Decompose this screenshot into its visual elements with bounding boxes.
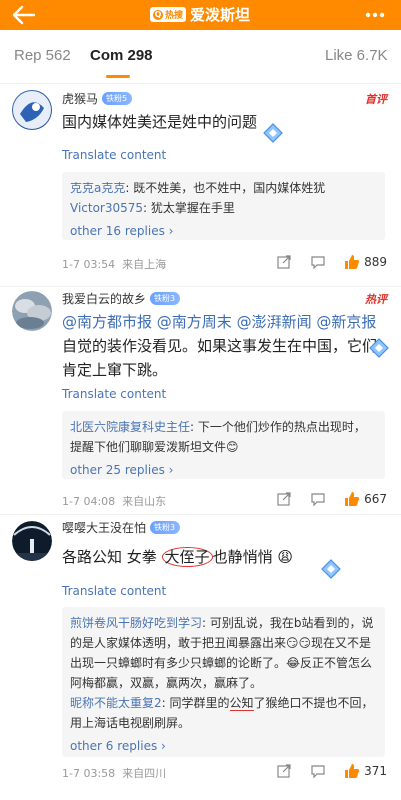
comment-icon[interactable]	[310, 491, 326, 507]
comment-actions: 889	[276, 254, 387, 270]
comment-item: 虎猴马 铁粉5 首评 国内媒体姓美还是姓中的问题 Translate conte…	[0, 84, 401, 288]
comment-actions: 371	[276, 763, 387, 779]
comment-meta: 1-7 03:58 来自四川	[62, 767, 167, 780]
fan-badge: 铁粉3	[150, 521, 181, 534]
username[interactable]: 嘤嘤大王没在怕 铁粉3	[62, 519, 181, 536]
hot-comment-tag: 热评	[365, 293, 387, 306]
reply-item: 煎饼卷风干肠好吃到学习: 可别乱说，我在b站看到的，说的是人家媒体透明，敢于把丑…	[70, 616, 374, 690]
like-button[interactable]: 667	[344, 491, 387, 507]
fan-badge: 铁粉3	[150, 292, 181, 305]
username[interactable]: 虎猴马 铁粉5	[62, 90, 133, 107]
reply-item: 北医六院康复科史主任: 下一个他们炒作的热点出现时，提醒下他们聊聊爱泼斯坦文件😊	[70, 420, 366, 454]
more-replies-link[interactable]: other 6 replies ›	[70, 736, 377, 756]
comment-text: @南方都市报 @南方周末 @澎湃新闻 @新京报 自觉的装作没看见。如果这事发生在…	[62, 313, 378, 379]
like-button[interactable]: 371	[344, 763, 387, 779]
first-comment-tag: 首评	[365, 93, 387, 106]
share-icon[interactable]	[276, 763, 292, 779]
reply-box[interactable]: 克克a克克: 既不姓美，也不姓中，国内媒体姓犹 Victor30575: 犹太掌…	[62, 172, 385, 240]
mention-link[interactable]: @澎湃新闻	[237, 313, 312, 331]
avatar-image	[13, 91, 51, 129]
tab-likes[interactable]: Like 6.7K	[325, 47, 388, 64]
translate-link[interactable]: Translate content	[62, 387, 166, 401]
share-icon[interactable]	[276, 254, 292, 270]
fan-badge: 铁粉5	[102, 92, 133, 105]
tab-bar: Rep 562 Com 298 Like 6.7K	[0, 30, 401, 84]
sparkle-icon	[321, 559, 341, 579]
mention-link[interactable]: @南方周末	[157, 313, 232, 331]
avatar[interactable]	[12, 521, 52, 561]
translate-link[interactable]: Translate content	[62, 148, 166, 162]
avatar-image	[12, 291, 52, 331]
reply-item: Victor30575: 犹太掌握在手里	[70, 201, 235, 215]
mention-link[interactable]: @南方都市报	[62, 313, 152, 331]
like-button[interactable]: 889	[344, 254, 387, 270]
reply-box[interactable]: 北医六院康复科史主任: 下一个他们炒作的热点出现时，提醒下他们聊聊爱泼斯坦文件😊…	[62, 411, 385, 479]
more-replies-link[interactable]: other 25 replies ›	[70, 460, 377, 480]
page-title: 爱泼斯坦	[190, 6, 251, 24]
comment-item: 嘤嘤大王没在怕 铁粉3 各路公知 女拳 大侄子 也静悄悄 😩 Translate …	[0, 515, 401, 800]
comment-actions: 667	[276, 491, 387, 507]
comment-icon[interactable]	[310, 254, 326, 270]
mention-link[interactable]: @新京报	[316, 313, 376, 331]
active-tab-indicator	[106, 75, 130, 78]
reply-item: 昵称不能太重复2: 同学群里的公知了猴绝口不提也不回，用上海话电视剧刷屏。	[70, 696, 374, 730]
comment-icon[interactable]	[310, 763, 326, 779]
sparkle-icon	[369, 338, 389, 358]
hot-search-badge: Q 热搜	[150, 7, 187, 22]
reply-item: 克克a克克: 既不姓美，也不姓中，国内媒体姓犹	[70, 181, 326, 195]
thumbs-up-icon	[345, 764, 360, 778]
hot-search-title[interactable]: Q 热搜 爱泼斯坦	[150, 4, 250, 25]
avatar[interactable]	[12, 291, 52, 331]
more-icon[interactable]	[363, 4, 387, 26]
comment-text: 国内媒体姓美还是姓中的问题	[62, 113, 258, 131]
sparkle-icon	[263, 123, 283, 143]
thumbs-up-icon	[345, 492, 360, 506]
more-replies-link[interactable]: other 16 replies ›	[70, 221, 377, 241]
comment-meta: 1-7 04:08 来自山东	[62, 495, 167, 508]
comment-item: 我爱白云的故乡 铁粉3 热评 @南方都市报 @南方周末 @澎湃新闻 @新京报 自…	[0, 287, 401, 513]
share-icon[interactable]	[276, 491, 292, 507]
translate-link[interactable]: Translate content	[62, 584, 166, 598]
reply-box[interactable]: 煎饼卷风干肠好吃到学习: 可别乱说，我在b站看到的，说的是人家媒体透明，敢于把丑…	[62, 607, 385, 757]
tab-reposts[interactable]: Rep 562	[14, 47, 71, 64]
weibo-search-icon: Q	[153, 9, 163, 20]
avatar-image	[12, 521, 52, 561]
comment-meta: 1-7 03:54 来自上海	[62, 258, 167, 271]
avatar[interactable]	[12, 90, 52, 130]
back-arrow-icon[interactable]	[10, 4, 38, 26]
username[interactable]: 我爱白云的故乡 铁粉3	[62, 290, 181, 307]
thumbs-up-icon	[345, 255, 360, 269]
top-bar: Q 热搜 爱泼斯坦	[0, 0, 401, 30]
tab-comments[interactable]: Com 298	[90, 47, 153, 64]
